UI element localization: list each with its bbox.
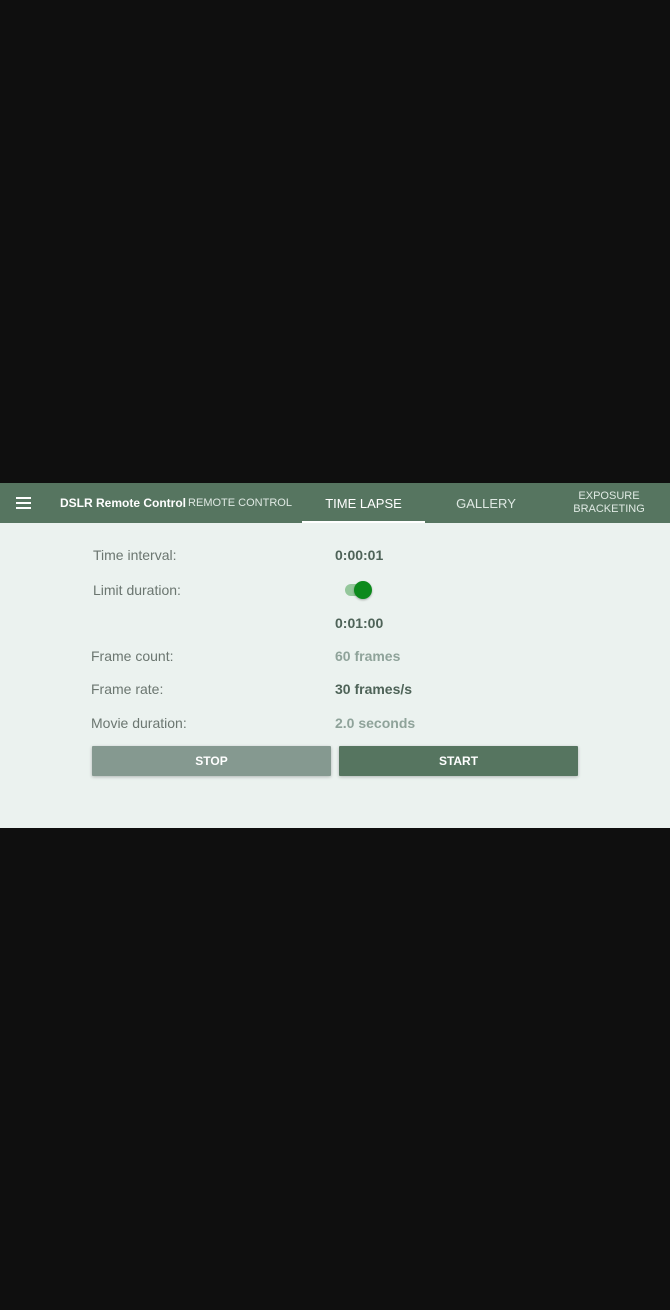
movie-duration-label: Movie duration:: [91, 715, 187, 731]
app-window: DSLR Remote Control REMOTE CONTROL TIME …: [0, 483, 670, 828]
frame-rate-value[interactable]: 30 frames/s: [335, 681, 412, 697]
stop-button[interactable]: STOP: [92, 746, 331, 776]
time-interval-label: Time interval:: [93, 547, 177, 563]
hamburger-menu-icon[interactable]: [12, 493, 36, 513]
limit-duration-label: Limit duration:: [93, 582, 181, 598]
frame-rate-label: Frame rate:: [91, 681, 164, 697]
tab-remote-control[interactable]: REMOTE CONTROL: [185, 483, 295, 523]
menu-line: [16, 497, 31, 499]
app-toolbar: DSLR Remote Control REMOTE CONTROL TIME …: [0, 483, 670, 523]
tab-time-lapse[interactable]: TIME LAPSE: [302, 483, 425, 523]
time-interval-value[interactable]: 0:00:01: [335, 547, 383, 563]
tab-exposure-bracketing[interactable]: EXPOSURE BRACKETING: [548, 483, 670, 523]
frame-count-value: 60 frames: [335, 648, 401, 664]
switch-thumb: [354, 581, 372, 599]
menu-line: [16, 507, 31, 509]
movie-duration-value: 2.0 seconds: [335, 715, 416, 731]
menu-line: [16, 502, 31, 504]
active-tab-indicator: [302, 521, 425, 523]
duration-value[interactable]: 0:01:00: [335, 615, 383, 631]
frame-count-label: Frame count:: [91, 648, 174, 664]
tab-gallery[interactable]: GALLERY: [425, 483, 547, 523]
app-title: DSLR Remote Control: [60, 496, 186, 510]
screen: DSLR Remote Control REMOTE CONTROL TIME …: [0, 0, 670, 1310]
start-button[interactable]: START: [339, 746, 578, 776]
limit-duration-switch[interactable]: [344, 581, 374, 599]
